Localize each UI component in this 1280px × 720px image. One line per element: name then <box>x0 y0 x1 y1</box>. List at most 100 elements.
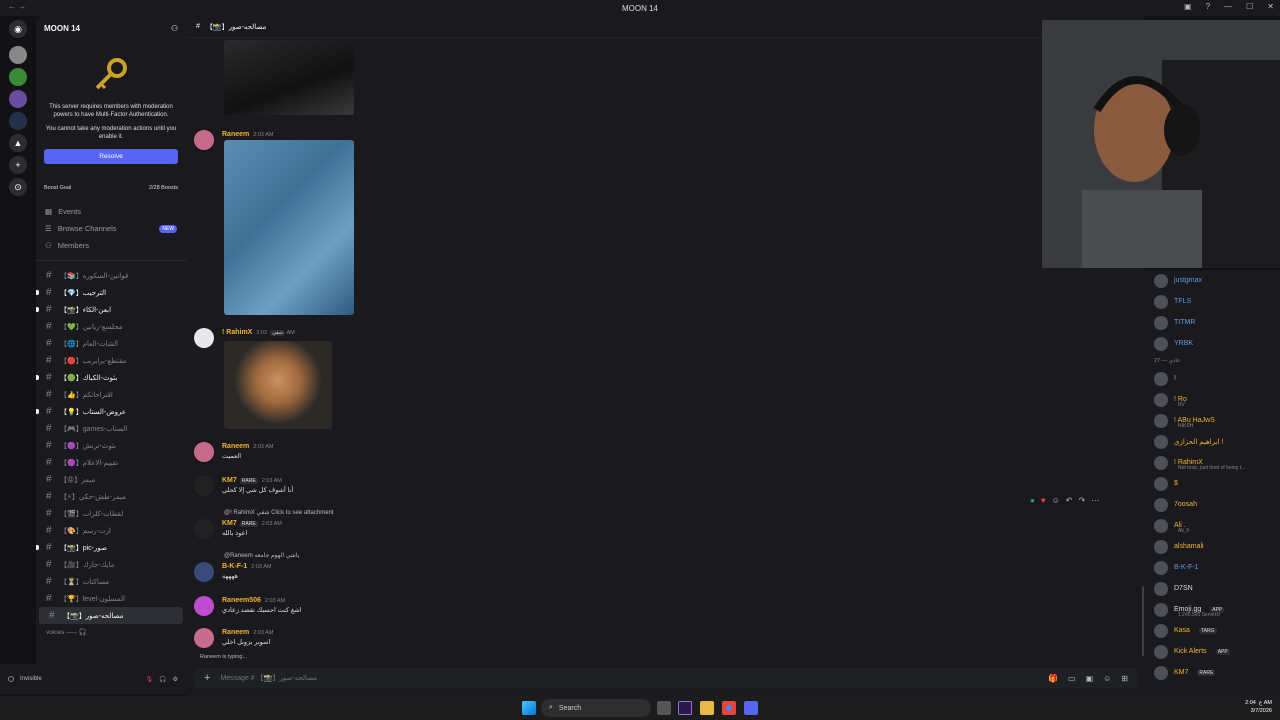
channel-item[interactable]: # 【📚】قوانين-السكوره <box>36 267 186 284</box>
server-header[interactable]: MOON 14 ⚇ <box>36 16 186 40</box>
user-status[interactable]: Invisible <box>20 676 42 682</box>
member-item[interactable]: B-K-F-1 <box>1144 557 1280 578</box>
member-item[interactable]: TFLS <box>1144 291 1280 312</box>
username[interactable]: B-K-F-1 <box>222 563 247 570</box>
server-icon[interactable]: ▲ <box>9 134 27 152</box>
explore-icon[interactable]: ⊙ <box>9 178 27 196</box>
server-icon[interactable] <box>9 68 27 86</box>
channel-item[interactable]: # 【👍】اقتراحاتكم <box>36 386 186 403</box>
channel-item[interactable]: # 【🌐】الشات-العام <box>36 335 186 352</box>
channel-item[interactable]: # 【⏳】مساكنات <box>36 573 186 590</box>
discord-taskbar-icon[interactable] <box>744 701 758 715</box>
channel-item[interactable]: # 【🔴】مقتطع-برابرنب <box>36 352 186 369</box>
channel-item[interactable]: # 【📸】pic-صور <box>36 539 186 556</box>
mute-icon[interactable]: 🎙 <box>146 676 154 683</box>
inbox-icon[interactable]: ▣ <box>1184 2 1192 11</box>
channel-item[interactable]: # 【🟢】بثوث-الكباك <box>36 369 186 386</box>
username[interactable]: Raneem <box>222 131 249 138</box>
member-item[interactable]: YRBK <box>1144 333 1280 354</box>
message-input[interactable]: Message # 【📸】مصالحه-صور <box>220 673 317 683</box>
member-item[interactable]: $ <box>1144 473 1280 494</box>
channel-item[interactable]: # 【📸】ابعن-الكاء <box>36 301 186 318</box>
channel-item[interactable]: # 【🎬】لقطات-كلرات <box>36 505 186 522</box>
avatar[interactable] <box>194 562 214 582</box>
channel-item[interactable]: # 【⚡】ميمز-طش-حكي <box>36 488 186 505</box>
settings-icon[interactable]: ⚙ <box>173 676 178 683</box>
gif-icon[interactable]: ▭ <box>1068 674 1076 683</box>
nav-members[interactable]: ⚇ Members <box>36 237 186 254</box>
channel-item[interactable]: # 【📸】مصالحه-صور <box>39 607 183 624</box>
member-item[interactable]: TITMR <box>1144 312 1280 333</box>
reply-preview[interactable]: @Raneem ياشي الهوم جامعه <box>224 552 299 559</box>
username[interactable]: Raneem <box>222 443 249 450</box>
task-view-icon[interactable] <box>657 701 671 715</box>
image-attachment[interactable] <box>224 140 354 315</box>
username[interactable]: ! RahimX <box>222 329 252 336</box>
forward-icon[interactable]: ↷ <box>1078 496 1085 505</box>
server-icon[interactable] <box>9 46 27 64</box>
windows-start-icon[interactable] <box>522 701 536 715</box>
file-explorer-icon[interactable] <box>700 701 714 715</box>
member-item[interactable]: Emoji.gg APP 1,240,500 Servers! <box>1144 599 1280 620</box>
username[interactable]: Raneem <box>222 629 249 636</box>
nav-browse-channels[interactable]: ☰ Browse Channels NEW <box>36 220 186 237</box>
server-icon[interactable] <box>9 112 27 130</box>
username[interactable]: KM7 <box>222 520 237 527</box>
avatar[interactable] <box>194 476 214 496</box>
member-item[interactable]: KM7 RARE <box>1144 662 1280 683</box>
add-attachment-icon[interactable]: + <box>204 672 210 684</box>
reaction-icon[interactable]: ● <box>1030 496 1035 505</box>
nav-events[interactable]: ▦ Events <box>36 203 186 220</box>
taskbar-search[interactable]: ⌕ Search <box>541 699 651 717</box>
channel-item[interactable]: # 【💎】الترحيب <box>36 284 186 301</box>
channel-item[interactable]: # 【🟣】بثوث-ترنش <box>36 437 186 454</box>
channel-item[interactable]: # 【🏆】level-المسلون <box>36 590 186 607</box>
close-button[interactable]: ✕ <box>1267 2 1274 11</box>
reply-preview[interactable]: @! RahimX شقي Click to see attachment <box>224 509 334 516</box>
member-item[interactable]: ! Ro RV <box>1144 389 1280 410</box>
discord-home-icon[interactable]: ◉ <box>9 20 27 38</box>
member-item[interactable]: D7SN <box>1144 578 1280 599</box>
image-attachment[interactable] <box>224 40 354 115</box>
reply-icon[interactable]: ↶ <box>1066 496 1073 505</box>
maximize-button[interactable]: ☐ <box>1246 2 1253 11</box>
channel-item[interactable]: # 【🎨】ارت-رسم <box>36 522 186 539</box>
avatar[interactable] <box>194 328 214 348</box>
member-item[interactable]: ابراهيم الحزازي ! <box>1144 431 1280 452</box>
help-icon[interactable]: ? <box>1206 2 1210 11</box>
member-item[interactable]: Ali . Ali_fi <box>1144 515 1280 536</box>
member-item[interactable]: ! <box>1144 368 1280 389</box>
gift-icon[interactable]: 🎁 <box>1048 674 1058 683</box>
chrome-icon[interactable] <box>722 701 736 715</box>
image-attachment[interactable] <box>224 341 332 429</box>
add-server-icon[interactable]: + <box>9 156 27 174</box>
voices-category[interactable]: voices ⸺ 🎧 <box>36 624 186 638</box>
member-item[interactable]: alshamali <box>1144 536 1280 557</box>
avatar[interactable] <box>194 596 214 616</box>
avatar[interactable] <box>194 628 214 648</box>
minimize-button[interactable]: — <box>1224 2 1232 11</box>
avatar[interactable] <box>194 519 214 539</box>
headphones-icon[interactable]: 🎧 <box>159 676 166 683</box>
sticker-icon[interactable]: ▣ <box>1086 674 1094 683</box>
avatar[interactable] <box>194 130 214 150</box>
premiere-icon[interactable] <box>678 701 692 715</box>
apps-icon[interactable]: ⊞ <box>1121 674 1128 683</box>
channel-item[interactable]: # 【💚】مجلسع-ريانين <box>36 318 186 335</box>
system-tray[interactable]: ع 2:04 AM 3/7/2026 <box>1245 699 1272 715</box>
member-item[interactable]: 7oosah <box>1144 494 1280 515</box>
emoji-icon[interactable]: ☺ <box>1103 674 1111 683</box>
more-icon[interactable]: ⋯ <box>1091 496 1099 505</box>
member-item[interactable]: ! RahimX Not toxic, just tired of being t… <box>1144 452 1280 473</box>
channel-item[interactable]: # 【🎮】games-الستاب <box>36 420 186 437</box>
channel-item[interactable]: # 【🎥】مايك-جازك <box>36 556 186 573</box>
add-member-icon[interactable]: ⚇ <box>171 24 178 33</box>
avatar[interactable] <box>194 442 214 462</box>
reaction-icon[interactable]: ♥ <box>1041 496 1046 505</box>
resolve-button[interactable]: Resolve <box>44 149 178 164</box>
boost-goal[interactable]: Boost Goal 2/28 Boosts <box>42 182 180 193</box>
add-reaction-icon[interactable]: ☺ <box>1052 496 1060 505</box>
member-item[interactable]: justgmax <box>1144 270 1280 291</box>
member-item[interactable]: Kasa TARG <box>1144 620 1280 641</box>
username[interactable]: KM7 <box>222 477 237 484</box>
